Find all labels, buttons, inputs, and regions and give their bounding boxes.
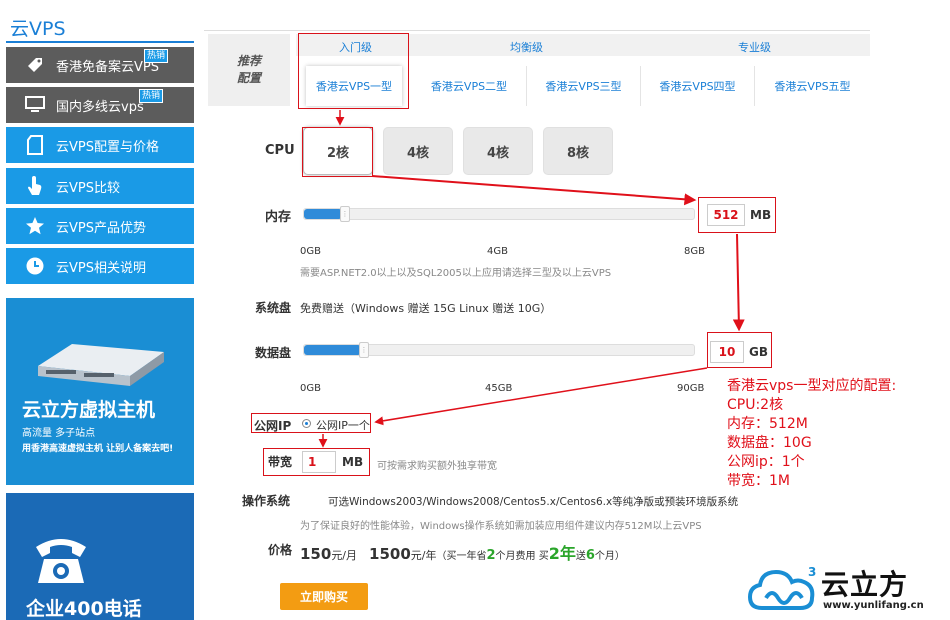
annotation-line: 香港云vps一型对应的配置: bbox=[727, 378, 897, 394]
annotation-line: 数据盘：10G bbox=[727, 435, 812, 451]
annotation-text: 香港云vps一型对应的配置: CPU:2核 内存：512M 数据盘：10G 公网… bbox=[727, 377, 896, 491]
annotation-line: 内存：512M bbox=[727, 416, 808, 432]
annotation-arrows bbox=[318, 110, 745, 448]
brand-name: 云立方 bbox=[821, 568, 909, 601]
annotation-line: 带宽：1M bbox=[727, 473, 790, 489]
brand-url: www.yunlifang.cn bbox=[823, 600, 924, 611]
brand-superscript: 3 bbox=[808, 565, 816, 579]
cloud-logo-icon: 3 bbox=[748, 565, 816, 610]
annotation-line: CPU:2核 bbox=[727, 397, 784, 413]
annotation-line: 公网ip：1个 bbox=[727, 454, 805, 470]
page-root: 云VPS 香港免备案云VPS 热销 国内多线云vps 热销 云VPS配置与价格 … bbox=[0, 0, 950, 620]
